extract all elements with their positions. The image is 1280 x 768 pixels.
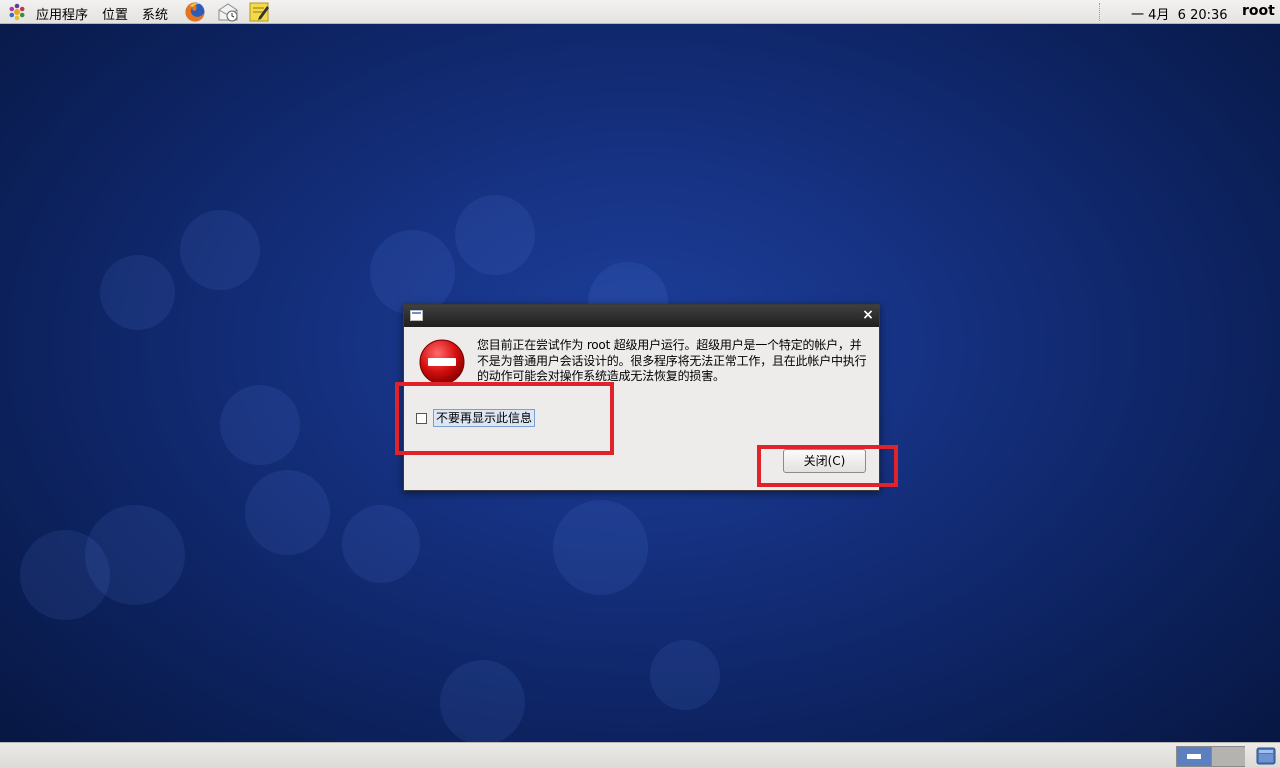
desktop-bokeh: [455, 195, 535, 275]
window-icon: [410, 310, 423, 321]
error-stop-icon: [419, 339, 465, 385]
desktop-bokeh: [370, 230, 455, 315]
desktop-bokeh: [245, 470, 330, 555]
dialog-titlebar[interactable]: ×: [404, 305, 879, 327]
desktop-bokeh: [440, 660, 525, 745]
workspace-2[interactable]: [1211, 747, 1245, 766]
desktop-bokeh: [100, 255, 175, 330]
desktop-bokeh: [20, 530, 110, 620]
desktop-bokeh: [342, 505, 420, 583]
desktop-bokeh: [650, 640, 720, 710]
show-desktop-icon[interactable]: [1256, 746, 1276, 766]
dialog-message: 您目前正在尝试作为 root 超级用户运行。超级用户是一个特定的帐户，并不是为普…: [477, 338, 867, 383]
desktop-bokeh: [553, 500, 648, 595]
workspace-switcher[interactable]: [1176, 746, 1245, 767]
top-panel: 应用程序 位置 系统 一 4月 6 20:36 root: [0, 0, 1280, 24]
highlight-box-checkbox: [395, 382, 614, 455]
desktop-bokeh: [180, 210, 260, 290]
workspace-1[interactable]: [1177, 747, 1211, 766]
firefox-icon[interactable]: [184, 1, 206, 23]
desktop-bokeh: [220, 385, 300, 465]
workspace-window-thumb: [1187, 754, 1201, 759]
bottom-panel: [0, 742, 1280, 768]
menu-places[interactable]: 位置: [102, 4, 128, 23]
highlight-box-close-button: [757, 445, 898, 487]
panel-separator: [1099, 3, 1101, 21]
user-menu[interactable]: root: [1242, 3, 1275, 19]
close-icon[interactable]: ×: [861, 307, 875, 323]
menu-system[interactable]: 系统: [142, 4, 168, 23]
gnome-foot-icon[interactable]: [8, 3, 26, 21]
clock[interactable]: 一 4月 6 20:36: [1131, 4, 1228, 23]
notes-icon[interactable]: [248, 1, 270, 23]
mail-clock-icon[interactable]: [217, 1, 239, 23]
menu-applications[interactable]: 应用程序: [36, 4, 88, 23]
